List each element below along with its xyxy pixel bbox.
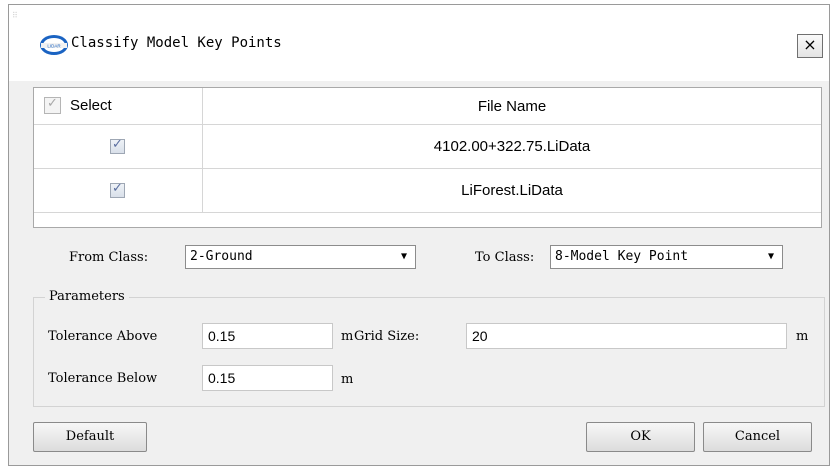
row-checkbox[interactable] — [110, 137, 125, 154]
tolerance-above-unit: m — [341, 329, 354, 344]
from-class-select[interactable]: 2-Ground ▼ — [185, 245, 416, 269]
table-row[interactable]: 4102.00+322.75.LiData — [34, 125, 821, 169]
from-class-label: From Class: — [69, 250, 149, 265]
file-table: Select File Name 4102.00+322.75.LiData L… — [33, 87, 822, 228]
to-class-select[interactable]: 8-Model Key Point ▼ — [550, 245, 783, 269]
dropdown-arrow-icon: ▼ — [767, 251, 774, 262]
tolerance-below-label: Tolerance Below — [48, 371, 158, 386]
tolerance-below-input[interactable]: 0.15 — [202, 365, 333, 391]
tolerance-below-unit: m — [341, 372, 354, 387]
grip-icon: ⠿ — [12, 11, 18, 20]
tolerance-above-input[interactable]: 0.15 — [202, 323, 333, 349]
tolerance-above-label: Tolerance Above — [48, 329, 158, 344]
default-button[interactable]: Default — [33, 422, 147, 452]
file-name-cell: 4102.00+322.75.LiData — [433, 138, 591, 155]
select-column-header[interactable]: Select — [34, 88, 203, 124]
cancel-button[interactable]: Cancel — [703, 422, 812, 452]
title-bar: ⠿ LIDAR Classify Model Key Points × — [9, 5, 829, 81]
svg-text:LIDAR: LIDAR — [47, 44, 61, 49]
classify-dialog: ⠿ LIDAR Classify Model Key Points × Sele… — [8, 4, 830, 466]
select-all-checkbox[interactable] — [44, 96, 61, 114]
parameters-group — [33, 297, 825, 407]
row-checkbox[interactable] — [110, 181, 125, 198]
ok-button[interactable]: OK — [586, 422, 695, 452]
grid-size-input[interactable]: 20 — [466, 323, 787, 349]
parameters-group-title: Parameters — [45, 289, 129, 304]
window-title: Classify Model Key Points — [71, 35, 282, 51]
file-name-header[interactable]: File Name — [203, 88, 821, 124]
close-button[interactable]: × — [797, 34, 823, 58]
lidar-logo-icon: LIDAR — [40, 35, 68, 55]
grid-size-label: Grid Size: — [354, 329, 420, 344]
dropdown-arrow-icon: ▼ — [400, 251, 407, 262]
grid-size-unit: m — [796, 329, 809, 344]
table-row[interactable]: LiForest.LiData — [34, 169, 821, 213]
to-class-label: To Class: — [475, 250, 535, 265]
table-header-row: Select File Name — [34, 88, 821, 125]
select-header-label: Select — [70, 97, 112, 114]
file-name-cell: LiForest.LiData — [461, 182, 563, 199]
